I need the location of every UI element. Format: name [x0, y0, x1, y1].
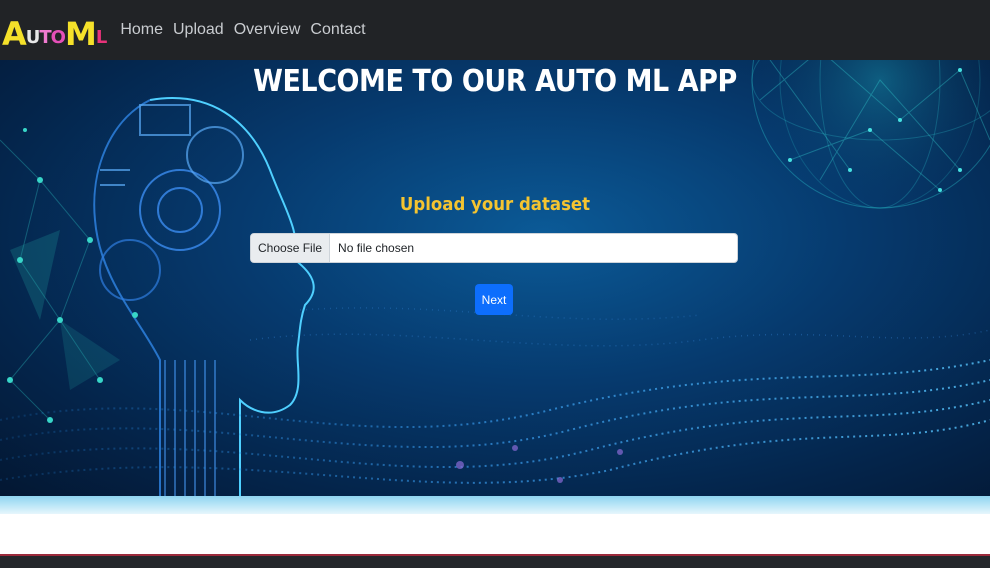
hero-bottom-glow: [0, 496, 990, 514]
nav-link-upload[interactable]: Upload: [173, 21, 224, 39]
content-spacer: [0, 514, 990, 554]
nav-link-overview[interactable]: Overview: [234, 21, 301, 39]
file-status-text: No file chosen: [338, 241, 415, 255]
logo-letter: L: [95, 27, 108, 48]
choose-file-button[interactable]: Choose File: [251, 234, 331, 262]
automl-logo[interactable]: A U T O M L: [2, 10, 108, 53]
hero-background-art: [0, 60, 990, 496]
page-title: WELCOME TO OUR AUTO ML APP: [253, 64, 737, 99]
nav-link-contact[interactable]: Contact: [310, 21, 365, 39]
logo-letter: A: [2, 15, 27, 53]
hero-banner: WELCOME TO OUR AUTO ML APP Upload your d…: [0, 60, 990, 496]
logo-letter: U: [25, 27, 41, 48]
particle-wave-graphic: [0, 307, 990, 484]
left-network-graphic: [0, 128, 138, 423]
top-navbar: A U T O M L Home Upload Overview Contact: [0, 0, 990, 60]
logo-letter: M: [64, 15, 97, 53]
footer-bar: [0, 554, 990, 568]
upload-heading: Upload your dataset: [399, 194, 591, 215]
next-button[interactable]: Next: [475, 284, 513, 315]
dataset-file-input[interactable]: Choose File No file chosen: [250, 233, 738, 263]
logo-letter: T: [39, 27, 51, 48]
robot-head-graphic: [93, 97, 315, 496]
nav-link-home[interactable]: Home: [120, 21, 163, 39]
logo-letter: O: [50, 27, 66, 48]
